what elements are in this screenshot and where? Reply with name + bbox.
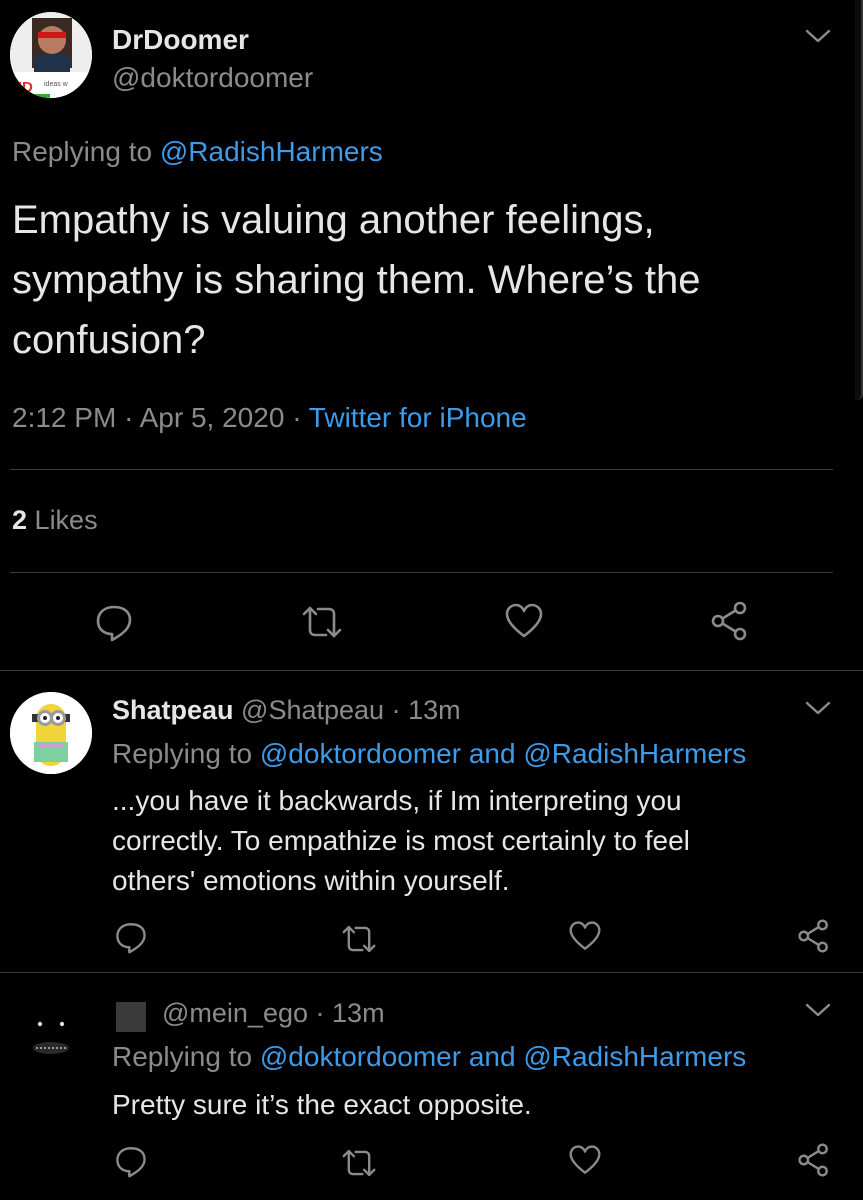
reply-text-line: Pretty sure it’s the exact opposite. [112, 1089, 532, 1120]
replying-to-label: Replying to [112, 1041, 253, 1072]
reply-text-line: ...you have it backwards, if Im interpre… [112, 785, 682, 816]
tweet-text-line: Empathy is valuing another feelings, [12, 198, 655, 242]
share-icon[interactable] [710, 600, 750, 642]
author-handle[interactable]: @doktordoomer [112, 62, 313, 94]
replying-to-link[interactable]: @RadishHarmers [160, 136, 383, 167]
reply-text-line: others' emotions within yourself. [112, 865, 510, 896]
retweet-icon[interactable] [340, 1146, 378, 1180]
like-icon[interactable] [568, 1144, 602, 1176]
avatar[interactable]: ED ideas w [10, 12, 92, 98]
tweet-meta: 2:12 PM · Apr 5, 2020 · Twitter for iPho… [12, 402, 527, 434]
meta-separator: · [124, 402, 134, 433]
author-display-name[interactable]: DrDoomer [112, 24, 249, 56]
reply-header: @mein_ego · 13m [162, 998, 385, 1029]
replying-to-and: and [468, 738, 516, 769]
like-icon[interactable] [568, 920, 602, 952]
likes-label: Likes [34, 505, 98, 535]
avatar-logo-text: ED [12, 79, 33, 96]
reply-avatar[interactable] [10, 692, 92, 774]
replying-to-line: Replying to @doktordoomer and @RadishHar… [112, 738, 746, 770]
empty-name-placeholder [116, 1002, 146, 1032]
minion-avatar-image [10, 692, 92, 774]
replying-to-label: Replying to [12, 136, 153, 167]
reply-age: 13m [332, 998, 385, 1028]
divider [0, 670, 863, 671]
reply-avatar[interactable] [10, 994, 92, 1076]
tweet-time: 2:12 PM [12, 402, 117, 433]
tweet-source[interactable]: Twitter for iPhone [309, 402, 527, 433]
reply-icon[interactable] [94, 602, 134, 642]
replying-to-link[interactable]: @doktordoomer [260, 1041, 461, 1072]
like-icon[interactable] [504, 602, 544, 640]
share-icon[interactable] [797, 1142, 831, 1178]
reply-display-name[interactable]: Shatpeau [112, 695, 234, 725]
likes-stat[interactable]: 2 Likes [12, 505, 98, 536]
tweet-date: Apr 5, 2020 [139, 402, 285, 433]
reply-text-line: correctly. To empathize is most certainl… [112, 825, 690, 856]
avatar-image: ED ideas w [10, 12, 92, 98]
reply-text: ...you have it backwards, if Im interpre… [112, 781, 690, 901]
replying-to-link[interactable]: @RadishHarmers [523, 738, 746, 769]
replying-to-and: and [468, 1041, 516, 1072]
retweet-icon[interactable] [300, 602, 344, 642]
reply-handle[interactable]: @mein_ego [162, 998, 308, 1028]
reply-icon[interactable] [114, 920, 148, 954]
replying-to-label: Replying to [112, 738, 253, 769]
divider [0, 972, 863, 973]
scrollbar[interactable] [855, 0, 863, 400]
share-icon[interactable] [797, 918, 831, 954]
tweet-text: Empathy is valuing another feelings, sym… [12, 190, 700, 370]
reply-text: Pretty sure it’s the exact opposite. [112, 1085, 532, 1125]
avatar-logo-subtext: ideas w [44, 81, 69, 88]
likes-count: 2 [12, 505, 28, 535]
reply-icon[interactable] [114, 1144, 148, 1178]
tweet-text-line: confusion? [12, 318, 206, 362]
meta-separator: · [292, 402, 302, 433]
meta-separator: · [391, 695, 401, 725]
divider [10, 572, 833, 573]
chevron-down-icon[interactable] [803, 698, 833, 718]
tweet-text-line: sympathy is sharing them. Where’s the [12, 258, 701, 302]
retweet-icon[interactable] [340, 922, 378, 956]
reply-header: Shatpeau @Shatpeau · 13m [112, 695, 461, 726]
meta-separator: · [315, 998, 325, 1028]
replying-to-link[interactable]: @RadishHarmers [523, 1041, 746, 1072]
dark-face-avatar-image [10, 994, 92, 1076]
reply-handle[interactable]: @Shatpeau [241, 695, 384, 725]
chevron-down-icon[interactable] [803, 1000, 833, 1020]
replying-to-line: Replying to @RadishHarmers [12, 136, 383, 168]
replying-to-link[interactable]: @doktordoomer [260, 738, 461, 769]
divider [10, 469, 833, 470]
chevron-down-icon[interactable] [803, 26, 833, 46]
replying-to-line: Replying to @doktordoomer and @RadishHar… [112, 1041, 746, 1073]
reply-age: 13m [408, 695, 461, 725]
